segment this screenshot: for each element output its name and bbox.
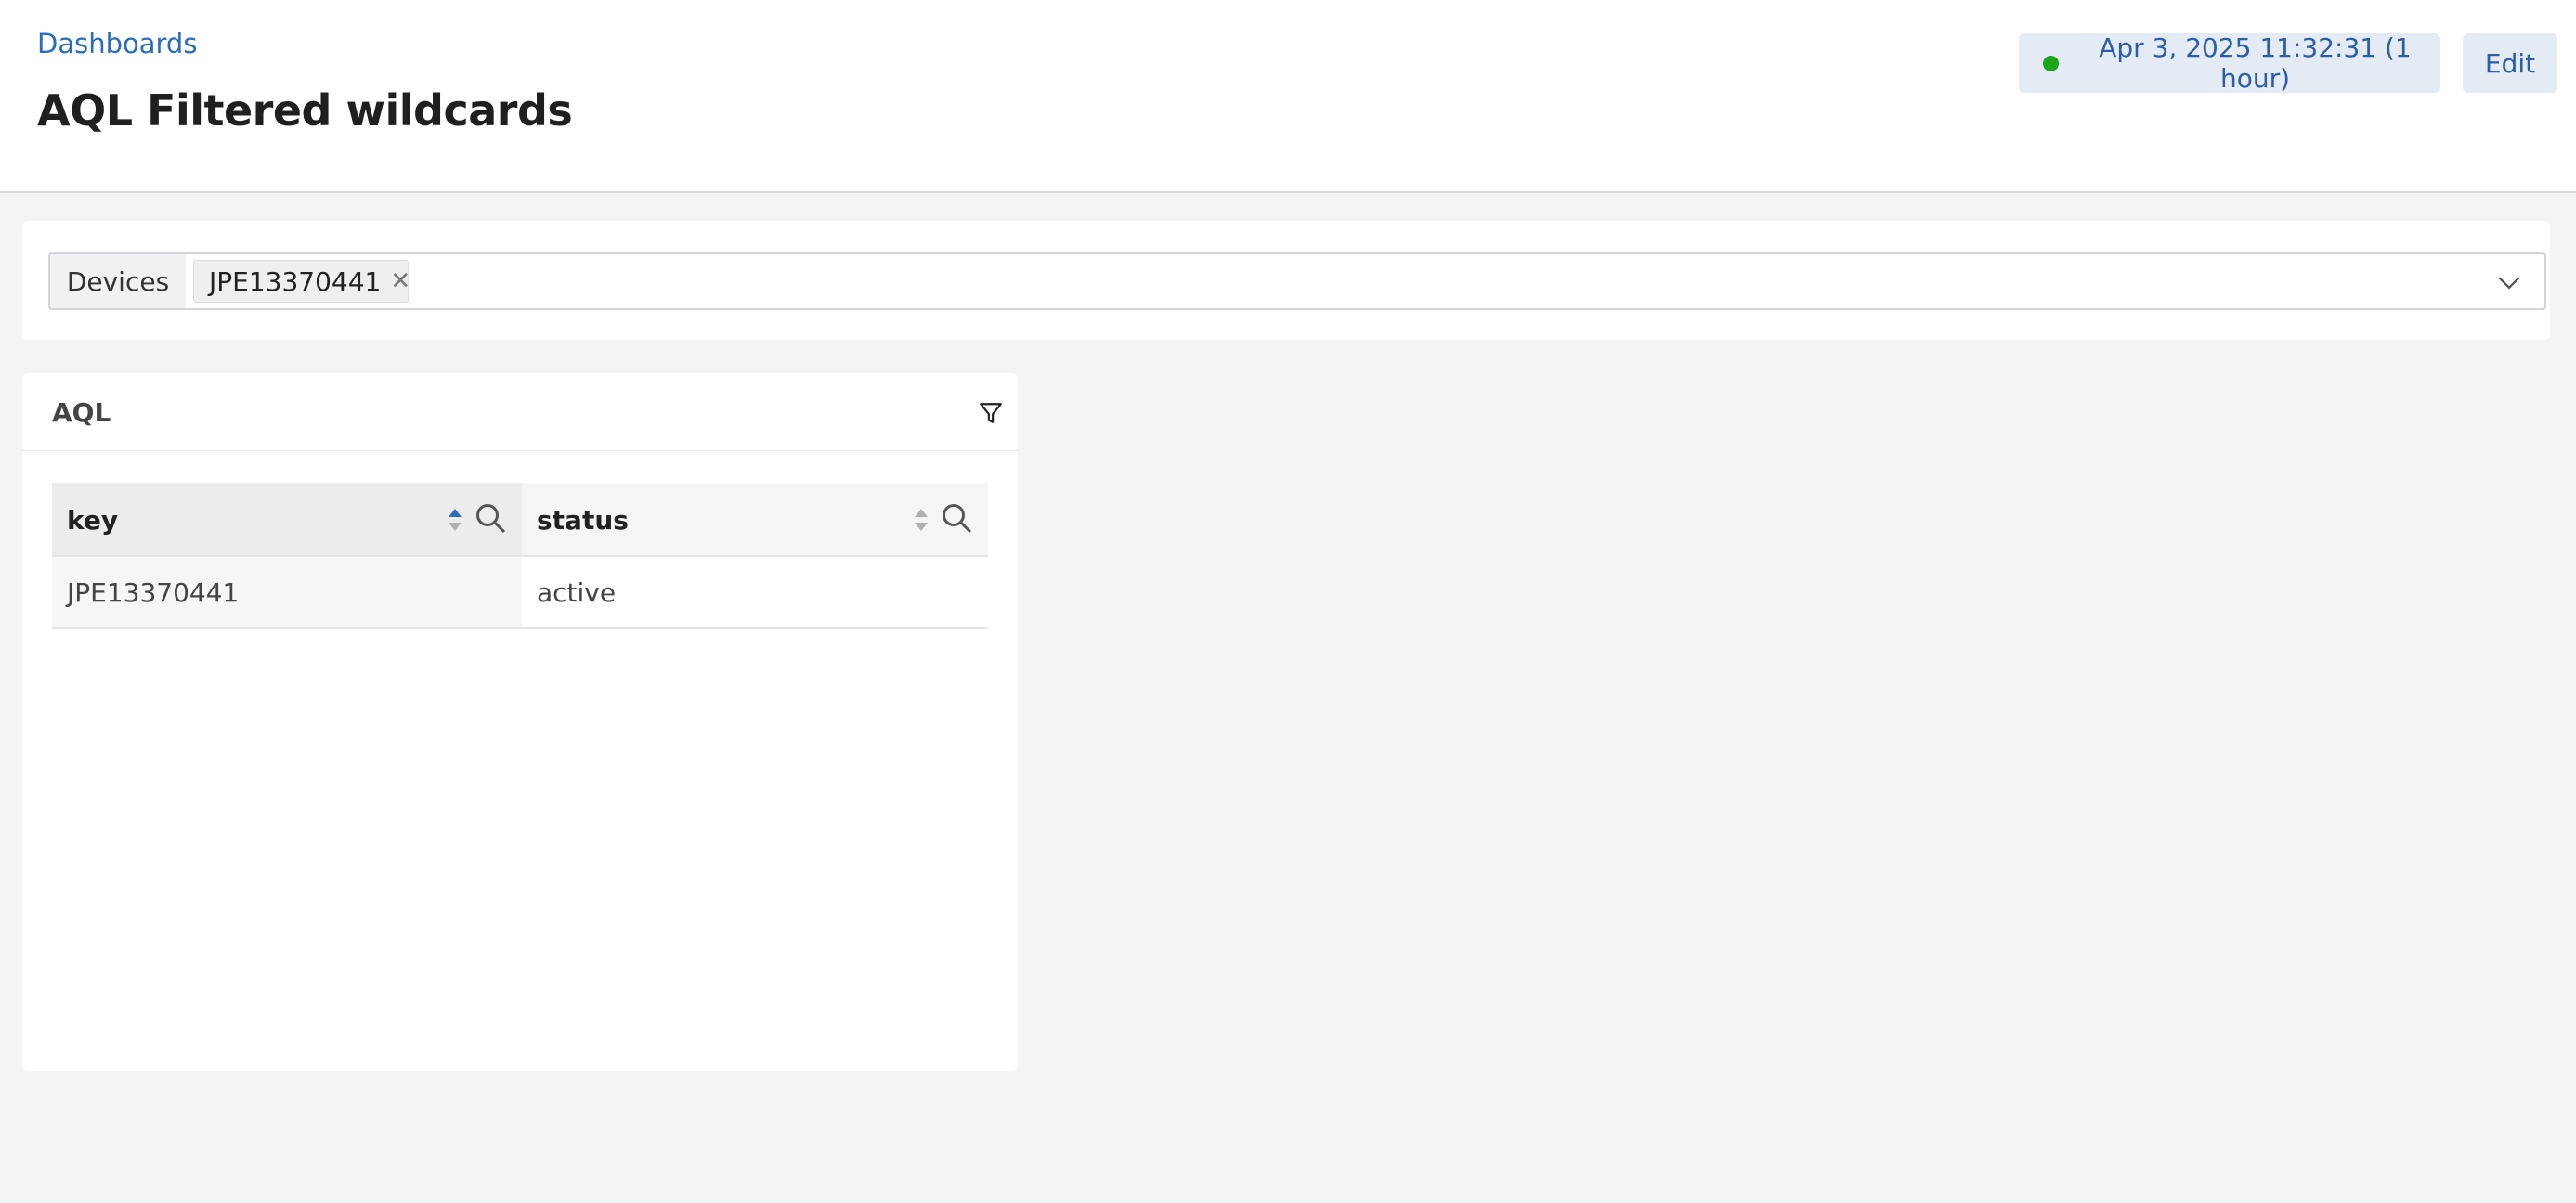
page-title: AQL Filtered wildcards [37,85,573,136]
aql-card: AQL key status JPE13370441 active [22,373,1018,1071]
devices-select[interactable]: JPE13370441 ✕ [186,252,2546,310]
cell-text: JPE13370441 [67,577,240,608]
chip-label: JPE13370441 [209,265,382,297]
sort-ascending-icon[interactable] [446,505,464,535]
column-label-key[interactable]: key [67,505,118,536]
column-header-status: status [522,483,988,557]
selected-device-chip: JPE13370441 ✕ [193,260,410,303]
table-cell-key: JPE13370441 [52,557,522,629]
page-header: Dashboards AQL Filtered wildcards Apr 3,… [0,0,2576,193]
sort-icon[interactable] [912,505,930,535]
devices-filter-label: Devices [48,252,188,310]
column-search-icon[interactable] [474,501,507,535]
edit-button[interactable]: Edit [2463,33,2557,93]
live-status-dot-icon [2043,55,2059,71]
cell-text: active [537,577,617,608]
column-label-status[interactable]: status [537,505,629,536]
remove-chip-close-icon[interactable]: ✕ [390,269,410,293]
table-cell-status: active [522,557,988,629]
chevron-down-icon[interactable] [2496,269,2522,295]
filter-panel: Devices JPE13370441 ✕ [22,221,2550,340]
column-search-icon[interactable] [940,501,973,535]
filter-icon[interactable] [979,401,1003,425]
card-title: AQL [52,397,111,428]
time-range-label: Apr 3, 2025 11:32:31 (1 hour) [2099,32,2412,94]
column-header-key: key [52,483,522,557]
card-header: AQL [22,373,1018,451]
breadcrumb-dashboards[interactable]: Dashboards [37,28,197,59]
time-range-button[interactable]: Apr 3, 2025 11:32:31 (1 hour) [2019,32,2440,94]
